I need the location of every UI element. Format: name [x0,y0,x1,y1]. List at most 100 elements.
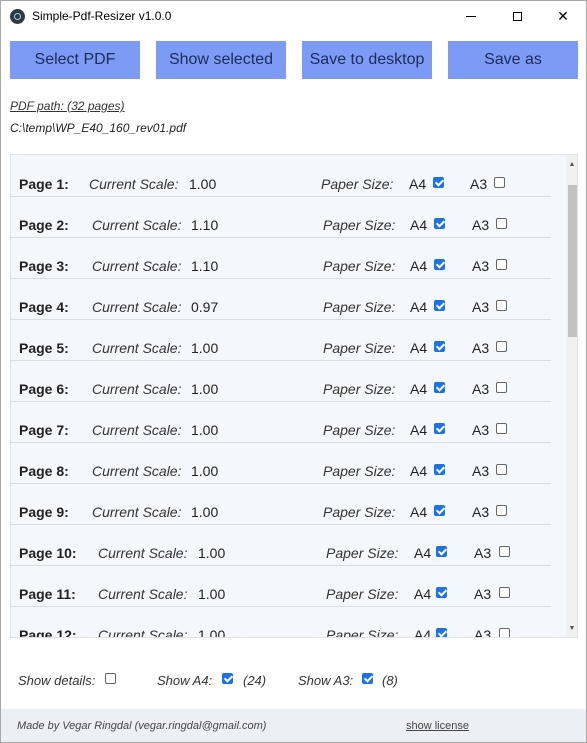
a3-checkbox[interactable] [496,341,507,352]
scroll-thumb[interactable] [568,185,577,337]
a4-checkbox[interactable] [436,546,447,557]
page-number: Page 12: [19,627,77,638]
a4-checkbox[interactable] [434,423,445,434]
a3-checkbox[interactable] [496,382,507,393]
title-bar: Simple-Pdf-Resizer v1.0.0 ✕ [1,1,586,31]
close-button[interactable]: ✕ [540,1,586,31]
show-details-label: Show details: [18,673,96,688]
maximize-button[interactable] [494,1,540,31]
pdf-path-value: C:\temp\WP_E40_160_rev01.pdf [10,121,187,135]
a3-label: A3 [472,258,490,274]
a4-label: A4 [410,504,428,520]
current-scale-label: Current Scale: [92,422,182,438]
list-scrollbar[interactable]: ▲ ▼ [566,155,577,637]
a3-checkbox[interactable] [496,218,507,229]
save-to-desktop-button[interactable]: Save to desktop [302,41,432,79]
save-as-button[interactable]: Save as [448,41,578,79]
show-a3-checkbox[interactable] [362,673,373,684]
page-row: Page 2: Current Scale: 1.10 Paper Size: A4 A3 [11,204,556,245]
a3-label: A3 [474,627,492,638]
row-divider [11,360,551,361]
minimize-button[interactable] [448,1,494,31]
paper-size-label: Paper Size: [323,340,396,356]
paper-size-label: Paper Size: [326,627,399,638]
a4-checkbox[interactable] [433,177,444,188]
current-scale-label: Current Scale: [92,340,182,356]
page-number: Page 3: [19,258,69,274]
show-details-checkbox[interactable] [105,673,116,684]
paper-size-label: Paper Size: [326,545,399,561]
current-scale-value: 1.00 [189,176,217,192]
a4-checkbox[interactable] [434,259,445,270]
show-license-link[interactable]: show license [406,720,469,732]
a4-count: (24) [243,673,267,688]
row-divider [11,401,551,402]
a3-checkbox[interactable] [496,300,507,311]
a3-label: A3 [474,545,492,561]
current-scale-label: Current Scale: [98,586,188,602]
select-pdf-button[interactable]: Select PDF [10,41,140,79]
current-scale-label: Current Scale: [92,217,182,233]
scroll-down-icon[interactable]: ▼ [566,621,577,635]
a4-checkbox[interactable] [434,382,445,393]
a3-checkbox[interactable] [496,423,507,434]
show-a4-label: Show A4: [157,673,213,688]
page-row: Page 10: Current Scale: 1.00 Paper Size: A4 A… [11,532,556,573]
page-row: Page 3: Current Scale: 1.10 Paper Size: A4 A3 [11,245,556,286]
page-number: Page 5: [19,340,69,356]
current-scale-label: Current Scale: [92,504,182,520]
a3-checkbox[interactable] [499,587,510,598]
a3-label: A3 [472,463,490,479]
a3-label: A3 [472,422,490,438]
current-scale-value: 1.00 [198,545,226,561]
a4-checkbox[interactable] [434,218,445,229]
page-number: Page 11: [19,586,76,602]
page-row: Page 12: Current Scale: 1.00 Paper Size: A4 A… [11,614,556,638]
show-a4-checkbox[interactable] [222,673,233,684]
a3-checkbox[interactable] [494,177,505,188]
a4-label: A4 [410,463,428,479]
current-scale-label: Current Scale: [98,627,188,638]
a3-checkbox[interactable] [496,259,507,270]
page-number: Page 9: [19,504,69,520]
show-selected-button[interactable]: Show selected [156,41,286,79]
current-scale-value: 1.10 [191,258,219,274]
a4-checkbox[interactable] [436,587,447,598]
paper-size-label: Paper Size: [323,504,396,520]
a4-label: A4 [410,381,428,397]
row-divider [11,196,551,197]
a4-label: A4 [410,258,428,274]
a3-checkbox[interactable] [499,628,510,637]
page-number: Page 7: [19,422,69,438]
a4-checkbox[interactable] [434,464,445,475]
current-scale-label: Current Scale: [92,258,182,274]
page-row: Page 4: Current Scale: 0.97 Paper Size: A4 A3 [11,286,556,327]
paper-size-label: Paper Size: [323,258,396,274]
paper-size-label: Paper Size: [323,463,396,479]
a4-checkbox[interactable] [434,505,445,516]
a3-label: A3 [472,504,490,520]
page-row: Page 1: Current Scale: 1.00 Paper Size: A4 A3 [11,163,556,204]
a3-checkbox[interactable] [499,546,510,557]
page-number: Page 6: [19,381,69,397]
scroll-up-icon[interactable]: ▲ [566,157,577,171]
a4-checkbox[interactable] [434,341,445,352]
current-scale-label: Current Scale: [89,176,179,192]
a4-checkbox[interactable] [434,300,445,311]
paper-size-label: Paper Size: [323,422,396,438]
a4-label: A4 [414,627,432,638]
a3-checkbox[interactable] [496,505,507,516]
a4-checkbox[interactable] [436,628,447,637]
close-icon: ✕ [557,7,569,24]
current-scale-value: 1.00 [191,504,219,520]
page-number: Page 8: [19,463,69,479]
row-divider [11,524,551,525]
current-scale-label: Current Scale: [98,545,188,561]
a4-label: A4 [410,422,428,438]
a4-label: A4 [410,340,428,356]
show-a3-label: Show A3: [298,673,354,688]
a3-checkbox[interactable] [496,464,507,475]
window-title: Simple-Pdf-Resizer v1.0.0 [32,9,172,23]
a3-count: (8) [382,673,398,688]
page-row: Page 11: Current Scale: 1.00 Paper Size: A4 A… [11,573,556,614]
